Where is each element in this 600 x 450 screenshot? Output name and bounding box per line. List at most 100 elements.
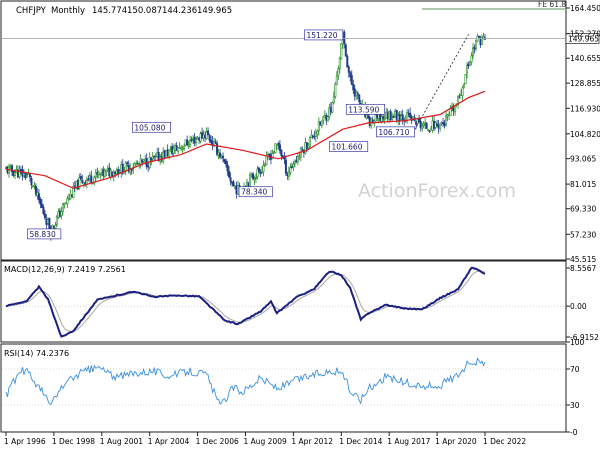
candle-body bbox=[13, 172, 16, 176]
price-tick-label: 140.655 bbox=[570, 54, 600, 63]
candle-body bbox=[388, 111, 391, 120]
candle-body bbox=[180, 147, 183, 149]
candle-body bbox=[156, 152, 159, 158]
candle-body bbox=[472, 47, 475, 56]
candle-body bbox=[109, 170, 112, 178]
candle-body bbox=[235, 185, 238, 195]
candle-body bbox=[64, 202, 67, 205]
candle-body bbox=[144, 158, 147, 162]
macd-panel[interactable]: MACD(12,26,9) 7.2419 7.2561 bbox=[0, 260, 567, 343]
candle-body bbox=[204, 135, 207, 139]
main-title-symbol: CHFJPY bbox=[16, 6, 47, 16]
candle-body bbox=[166, 149, 169, 157]
candle-body bbox=[231, 181, 234, 184]
candle-body bbox=[356, 93, 359, 95]
price-tick-label: 45.515 bbox=[570, 255, 596, 264]
candle-body bbox=[201, 132, 204, 139]
candle-body bbox=[425, 123, 428, 129]
candle-body bbox=[317, 120, 320, 132]
candle-body bbox=[464, 74, 467, 84]
candle-body bbox=[319, 122, 322, 126]
candle-body bbox=[293, 161, 296, 164]
candle-body bbox=[383, 118, 386, 120]
candle-body bbox=[165, 150, 168, 159]
candle-body bbox=[130, 169, 133, 171]
annotation-label: 58.830 bbox=[29, 230, 55, 239]
candle-body bbox=[437, 124, 440, 129]
candle-body bbox=[292, 164, 295, 168]
main-title-low: 144.236 bbox=[162, 6, 197, 16]
candle-body bbox=[365, 114, 368, 119]
candle-body bbox=[253, 178, 256, 181]
candle-body bbox=[168, 149, 171, 158]
candle-body bbox=[139, 158, 142, 165]
candle-body bbox=[181, 147, 184, 150]
candle-body bbox=[151, 156, 154, 160]
candle-body bbox=[419, 121, 422, 128]
candle-body bbox=[310, 134, 313, 139]
candle-body bbox=[278, 144, 281, 151]
candle-body bbox=[36, 192, 39, 196]
annotation-label: 105.080 bbox=[134, 123, 165, 132]
candle-body bbox=[94, 171, 97, 178]
candle-body bbox=[79, 175, 82, 180]
candle-body bbox=[250, 174, 253, 177]
candle-body bbox=[353, 88, 356, 97]
candle-body bbox=[229, 177, 232, 182]
candle-body bbox=[234, 186, 237, 189]
candle-body bbox=[66, 198, 69, 205]
candle-body bbox=[458, 96, 461, 99]
time-tick-label: 1 Apr 1996 bbox=[4, 437, 46, 446]
candle-body bbox=[237, 184, 240, 195]
candle-body bbox=[210, 139, 213, 143]
candle-body bbox=[232, 181, 235, 187]
candle-body bbox=[124, 162, 127, 172]
candle-body bbox=[287, 171, 290, 177]
candle-body bbox=[392, 116, 395, 118]
candle-body bbox=[70, 195, 73, 198]
candle-body bbox=[421, 125, 424, 129]
candle-body bbox=[329, 107, 332, 113]
candle-body bbox=[352, 83, 355, 91]
candle-body bbox=[479, 38, 482, 46]
candle-body bbox=[442, 122, 445, 125]
candle-body bbox=[108, 167, 111, 177]
candle-body bbox=[136, 162, 139, 165]
candle-body bbox=[334, 83, 337, 97]
candle-body bbox=[355, 92, 358, 97]
candle-body bbox=[81, 179, 84, 184]
candle-body bbox=[163, 150, 166, 158]
candle-body bbox=[427, 129, 430, 131]
candle-body bbox=[349, 72, 352, 78]
candle-body bbox=[52, 226, 55, 228]
candle-body bbox=[262, 165, 265, 172]
candle-body bbox=[100, 168, 103, 173]
candle-body bbox=[126, 162, 129, 165]
candle-body bbox=[103, 170, 106, 177]
candle-body bbox=[138, 163, 141, 165]
rsi-panel[interactable]: RSI(14) 74.2376 bbox=[0, 343, 567, 433]
candle-body bbox=[376, 114, 379, 119]
candle-body bbox=[415, 121, 418, 125]
candle-body bbox=[449, 108, 452, 116]
candle-body bbox=[401, 114, 404, 120]
candle-body bbox=[223, 158, 226, 163]
candle-body bbox=[202, 134, 205, 139]
annotation-label: 78.340 bbox=[241, 188, 267, 197]
candle-body bbox=[434, 122, 437, 128]
time-tick-label: 1 Apr 2004 bbox=[148, 437, 190, 446]
price-tick-label: 164.450 bbox=[570, 4, 600, 13]
candle-body bbox=[398, 114, 401, 122]
price-tick-label: 69.330 bbox=[570, 205, 596, 214]
candle-body bbox=[220, 155, 223, 158]
candle-body bbox=[260, 170, 263, 174]
main-title-open: 145.774 bbox=[92, 6, 127, 16]
candle-body bbox=[46, 219, 49, 224]
candle-body bbox=[192, 137, 195, 140]
candle-body bbox=[374, 114, 377, 122]
candle-body bbox=[274, 143, 277, 153]
candle-body bbox=[286, 173, 289, 176]
candle-body bbox=[448, 113, 451, 116]
annotation-label: 151.220 bbox=[306, 31, 337, 40]
candle-body bbox=[394, 110, 397, 117]
